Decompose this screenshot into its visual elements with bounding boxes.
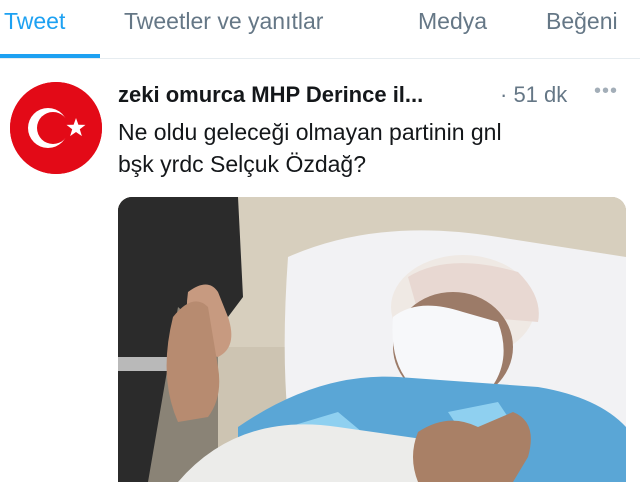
profile-tabs: Tweet Tweetler ve yanıtlar Medya Beğeni xyxy=(0,0,640,59)
tweet-photo[interactable] xyxy=(118,197,626,482)
hospital-patient-photo xyxy=(118,197,626,482)
turkish-flag-icon xyxy=(10,82,102,174)
tab-tweet[interactable]: Tweet xyxy=(4,8,65,35)
tweet-timestamp[interactable]: · 51 dk xyxy=(500,82,567,108)
tab-likes[interactable]: Beğeni xyxy=(546,8,618,35)
author-name[interactable]: zeki omurca MHP Derince il... xyxy=(118,82,423,108)
tweet-text-line: Ne oldu geleceği olmayan partinin gnl xyxy=(118,119,502,145)
active-tab-indicator xyxy=(0,54,100,58)
tweet-text: Ne oldu geleceği olmayan partinin gnl bş… xyxy=(118,116,628,180)
tweet-header: zeki omurca MHP Derince il... · 51 dk ••… xyxy=(118,80,633,112)
more-options-icon[interactable]: ••• xyxy=(594,80,618,103)
tab-tweets-and-replies[interactable]: Tweetler ve yanıtlar xyxy=(124,8,323,35)
avatar[interactable] xyxy=(10,82,102,174)
tab-media[interactable]: Medya xyxy=(418,8,487,35)
tweet-text-line: bşk yrdc Selçuk Özdağ? xyxy=(118,151,367,177)
